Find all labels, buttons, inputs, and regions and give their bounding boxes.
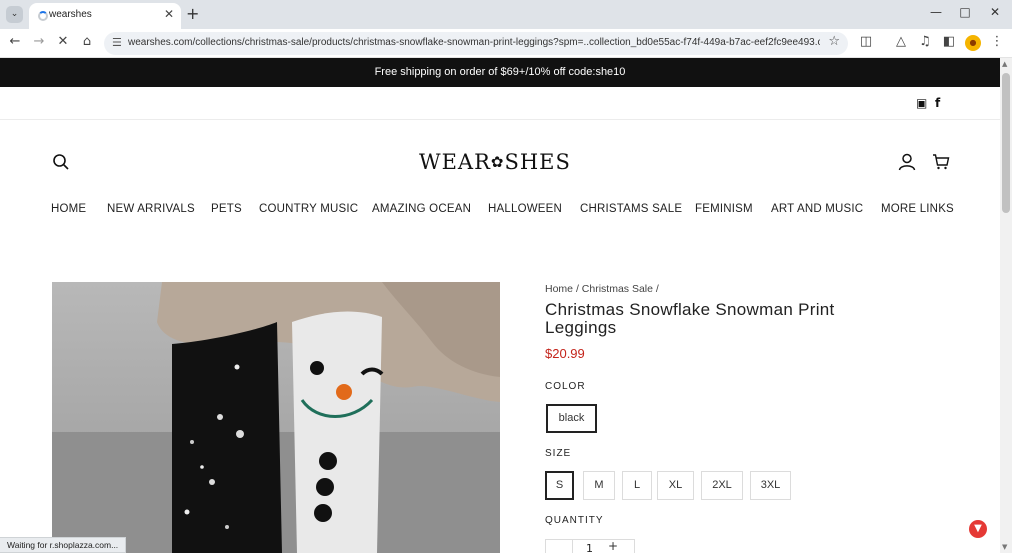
nav-item-new-arrivals[interactable]: NEW ARRIVALS	[107, 203, 195, 215]
color-label: COLOR	[545, 381, 586, 392]
size-option-m[interactable]: M	[583, 471, 615, 500]
size-option-s[interactable]: S	[545, 471, 574, 500]
quantity-increase-button[interactable]: +	[608, 539, 618, 553]
tab-title: wearshes	[49, 9, 92, 20]
main-nav: HOME NEW ARRIVALS PETS COUNTRY MUSIC AMA…	[0, 203, 1000, 223]
loading-spinner-icon	[38, 11, 48, 21]
breadcrumb-separator: /	[655, 283, 659, 295]
scrollbar-thumb[interactable]	[1002, 73, 1010, 213]
nav-item-country-music[interactable]: COUNTRY MUSIC	[259, 203, 358, 215]
nav-item-christams-sale[interactable]: CHRISTAMS SALE	[580, 203, 682, 215]
facebook-icon[interactable]: f	[935, 96, 940, 110]
lotus-logo-icon: ✿	[490, 153, 505, 171]
nav-item-pets[interactable]: PETS	[211, 203, 242, 215]
browser-status-bar: Waiting for r.shoplazza.com...	[0, 537, 127, 553]
tab-search-icon[interactable]: ⌄	[6, 6, 23, 23]
color-option-black[interactable]: black	[546, 404, 597, 433]
breadcrumb: Home / Christmas Sale /	[545, 283, 659, 295]
announcement-bar: Free shipping on order of $69+/10% off c…	[0, 58, 1000, 87]
home-icon[interactable]: ⌂	[78, 34, 96, 49]
minimize-icon[interactable]: —	[926, 5, 946, 19]
browser-toolbar: ← → ✕ ⌂ ☰ wearshes.com/collections/chris…	[0, 29, 1012, 58]
breadcrumb-separator: /	[575, 283, 579, 295]
account-icon[interactable]	[898, 153, 916, 171]
size-option-2xl[interactable]: 2XL	[701, 471, 743, 500]
profile-avatar-icon[interactable]: ●	[965, 35, 981, 51]
size-option-3xl[interactable]: 3XL	[750, 471, 791, 500]
forward-icon[interactable]: →	[30, 34, 48, 49]
tab-close-icon[interactable]: ✕	[164, 7, 174, 21]
quantity-value[interactable]: 1	[586, 542, 593, 553]
scroll-up-arrow-icon[interactable]: ▲	[1002, 60, 1007, 68]
extensions-icon[interactable]: ◫	[857, 34, 875, 49]
labs-flask-icon[interactable]: △	[892, 34, 910, 49]
product-title: Christmas Snowflake Snowman Print Leggin…	[545, 300, 835, 337]
browser-tab-bar: ⌄ wearshes ✕ + — □ ✕	[0, 0, 1012, 29]
menu-kebab-icon[interactable]: ⋮	[988, 34, 1006, 49]
nav-item-amazing-ocean[interactable]: AMAZING OCEAN	[372, 203, 471, 215]
size-option-xl[interactable]: XL	[657, 471, 694, 500]
instagram-icon[interactable]: ▣	[916, 96, 927, 110]
page-scrollbar[interactable]: ▲ ▼	[1000, 58, 1012, 553]
new-tab-icon[interactable]: +	[186, 4, 199, 23]
media-controls-icon[interactable]: ♫	[916, 34, 934, 49]
store-logo[interactable]: WEAR✿SHES	[419, 150, 571, 174]
header-divider	[0, 119, 1000, 120]
search-icon[interactable]	[52, 153, 70, 171]
side-panel-icon[interactable]: ◧	[940, 34, 958, 49]
nav-item-home[interactable]: HOME	[51, 203, 86, 215]
breadcrumb-home[interactable]: Home	[545, 283, 573, 295]
logo-text-left: WEAR	[419, 150, 491, 174]
gift-popup-icon[interactable]: ▼	[969, 520, 987, 538]
address-bar[interactable]: ☰ wearshes.com/collections/christmas-sal…	[104, 32, 848, 55]
back-icon[interactable]: ←	[6, 34, 24, 49]
quantity-decrease-button[interactable]	[546, 540, 573, 553]
size-option-l[interactable]: L	[622, 471, 652, 500]
product-image[interactable]	[52, 282, 500, 553]
stop-loading-icon[interactable]: ✕	[54, 34, 72, 49]
product-price: $20.99	[545, 346, 585, 361]
scroll-down-arrow-icon[interactable]: ▼	[1002, 543, 1007, 551]
nav-item-feminism[interactable]: FEMINISM	[695, 203, 753, 215]
cart-icon[interactable]	[932, 153, 950, 171]
maximize-icon[interactable]: □	[955, 5, 975, 19]
size-label: SIZE	[545, 448, 572, 459]
site-info-icon[interactable]: ☰	[112, 36, 122, 49]
breadcrumb-christmas-sale[interactable]: Christmas Sale	[582, 283, 653, 295]
browser-tab[interactable]: wearshes ✕	[29, 3, 181, 29]
quantity-stepper: 1 +	[545, 539, 635, 553]
url-text[interactable]: wearshes.com/collections/christmas-sale/…	[128, 37, 820, 48]
nav-item-more-links[interactable]: MORE LINKS	[881, 203, 954, 215]
bookmark-star-icon[interactable]: ☆	[828, 34, 840, 49]
window-close-icon[interactable]: ✕	[985, 5, 1005, 19]
web-page: Free shipping on order of $69+/10% off c…	[0, 58, 1000, 553]
nav-item-art-and-music[interactable]: ART AND MUSIC	[771, 203, 863, 215]
logo-text-right: SHES	[504, 150, 571, 174]
nav-item-halloween[interactable]: HALLOWEEN	[488, 203, 562, 215]
quantity-label: QUANTITY	[545, 515, 604, 526]
